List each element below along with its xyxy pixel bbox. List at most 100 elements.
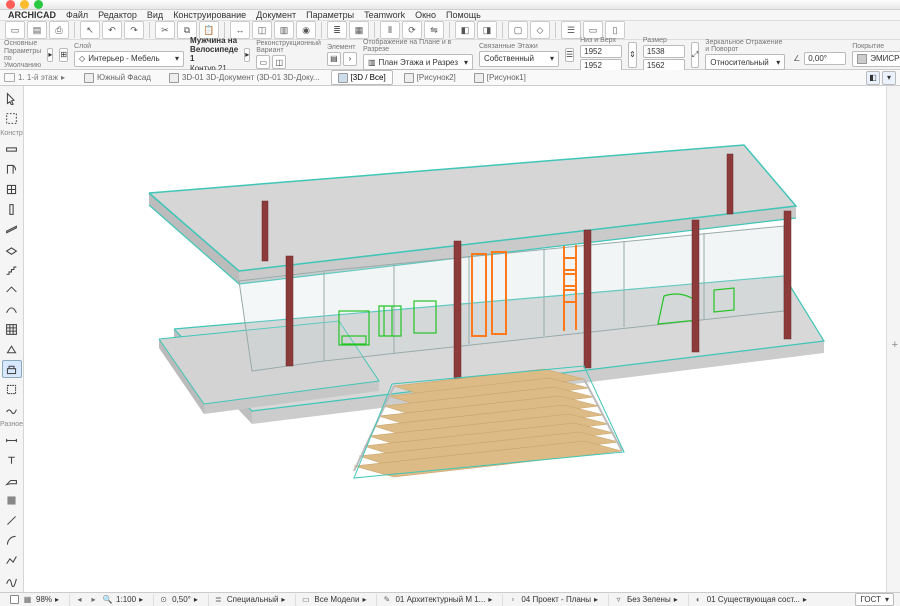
- nav-right-icon[interactable]: ▸: [88, 594, 99, 605]
- tool-morph[interactable]: [2, 340, 22, 358]
- tool-spline[interactable]: [2, 571, 22, 589]
- tool-zone[interactable]: [2, 380, 22, 398]
- menu-document[interactable]: Документ: [256, 10, 296, 20]
- tool-grid[interactable]: ▦: [349, 21, 369, 39]
- zoom-icon[interactable]: 🔍: [102, 594, 113, 605]
- element-icon[interactable]: ⊞: [59, 48, 68, 62]
- tool-redo[interactable]: ↷: [124, 21, 144, 39]
- standard-dropdown[interactable]: ГОСТ▾: [855, 593, 894, 606]
- tool-text[interactable]: [2, 451, 22, 469]
- status-set1[interactable]: 01 Архитектурный М 1...: [395, 595, 485, 604]
- tool-trace2[interactable]: ◨: [477, 21, 497, 39]
- tool-align[interactable]: ⫴: [380, 21, 400, 39]
- menu-window[interactable]: Окно: [415, 10, 436, 20]
- default-settings-button[interactable]: ▸: [47, 48, 53, 62]
- tool-mirror[interactable]: ⇋: [424, 21, 444, 39]
- variant-1-button[interactable]: ▭: [256, 55, 270, 69]
- status-set3[interactable]: Без Зелены: [627, 595, 671, 604]
- tool-undo[interactable]: ↶: [102, 21, 122, 39]
- trace-settings-button[interactable]: ▾: [882, 71, 896, 85]
- tool-save[interactable]: ⎙: [49, 21, 69, 39]
- size-icon[interactable]: ⤢: [691, 42, 699, 68]
- layer-dropdown[interactable]: ◇Интерьер - Мебель▾: [74, 51, 184, 67]
- status-set2[interactable]: 04 Проект - Планы: [521, 595, 591, 604]
- element-type-button[interactable]: ▤: [327, 52, 341, 66]
- tool-cursor[interactable]: ↖: [80, 21, 100, 39]
- right-scrollbar[interactable]: +: [886, 86, 900, 592]
- tool-new[interactable]: ▭: [5, 21, 25, 39]
- size-w-input[interactable]: 1538: [643, 45, 685, 58]
- menu-design[interactable]: Конструирование: [173, 10, 246, 20]
- tool-rotate[interactable]: ⟳: [402, 21, 422, 39]
- mirror-dropdown[interactable]: Относительный▾: [705, 54, 785, 70]
- tool-beam[interactable]: [2, 220, 22, 238]
- tool-x1[interactable]: ▢: [508, 21, 528, 39]
- story-button[interactable]: ☰: [565, 48, 574, 62]
- tool-object[interactable]: [2, 360, 22, 378]
- tool-line[interactable]: [2, 511, 22, 529]
- tool-slab[interactable]: [2, 240, 22, 258]
- status-zoom[interactable]: 0,50°: [172, 595, 191, 604]
- tool-trace[interactable]: ◧: [455, 21, 475, 39]
- tool-door[interactable]: [2, 160, 22, 178]
- status-layerset[interactable]: Специальный: [227, 595, 279, 604]
- tool-marquee[interactable]: [2, 109, 22, 127]
- tool-stair[interactable]: [2, 260, 22, 278]
- linked-dropdown[interactable]: Собственный▾: [479, 51, 559, 67]
- menu-view[interactable]: Вид: [147, 10, 163, 20]
- tool-open[interactable]: ▤: [27, 21, 47, 39]
- tool-label[interactable]: [2, 471, 22, 489]
- tool-layers[interactable]: ≣: [327, 21, 347, 39]
- pos-top-input[interactable]: 1952: [580, 45, 622, 58]
- status-check[interactable]: [10, 595, 19, 604]
- tool-camera[interactable]: ◉: [296, 21, 316, 39]
- display-dropdown[interactable]: ▥План Этажа и Разрез▾: [363, 54, 473, 70]
- tool-view3d[interactable]: ◫: [252, 21, 272, 39]
- variant-2-button[interactable]: ◫: [272, 55, 286, 69]
- menu-teamwork[interactable]: Teamwork: [364, 10, 405, 20]
- tool-arrow[interactable]: [2, 89, 22, 107]
- tool-polyline[interactable]: [2, 551, 22, 569]
- menu-options[interactable]: Параметры: [306, 10, 354, 20]
- grid-snap-icon[interactable]: ▦: [22, 594, 33, 605]
- tool-curtainwall[interactable]: [2, 320, 22, 338]
- status-scale[interactable]: 1:100: [116, 595, 136, 604]
- tab-3ddoc[interactable]: 3D-01 3D-Документ (3D-01 3D-Доку...: [162, 70, 327, 85]
- status-set4[interactable]: 01 Существующая сост...: [707, 595, 800, 604]
- menu-editor[interactable]: Редактор: [98, 10, 137, 20]
- tab-drawing2[interactable]: [Рисунок2]: [397, 70, 463, 85]
- viewport-3d[interactable]: [24, 86, 886, 592]
- pos-icon[interactable]: ⇕: [628, 42, 637, 68]
- tool-roof[interactable]: [2, 280, 22, 298]
- tool-shell[interactable]: [2, 300, 22, 318]
- menu-help[interactable]: Помощь: [446, 10, 481, 20]
- angle-input[interactable]: 0,00°: [804, 52, 846, 65]
- menu-file[interactable]: Файл: [66, 10, 88, 20]
- tool-arc[interactable]: [2, 531, 22, 549]
- tool-x3[interactable]: ☰: [561, 21, 581, 39]
- coating-dropdown[interactable]: ЭМИСРСА...: [852, 51, 900, 67]
- tab-facade[interactable]: Южный Фасад: [77, 70, 158, 85]
- tool-dimension[interactable]: [2, 431, 22, 449]
- tool-column[interactable]: [2, 200, 22, 218]
- tool-mesh[interactable]: [2, 400, 22, 418]
- maximize-icon[interactable]: [34, 0, 43, 9]
- nav-left-icon[interactable]: ◂: [74, 594, 85, 605]
- tool-fill[interactable]: [2, 491, 22, 509]
- status-view[interactable]: Все Модели: [314, 595, 359, 604]
- toolbox: Констр Разное: [0, 86, 24, 592]
- object-go-button[interactable]: ▸: [244, 48, 250, 62]
- tool-x2[interactable]: ◇: [530, 21, 550, 39]
- tool-wall[interactable]: [2, 140, 22, 158]
- element-arrow-button[interactable]: ›: [343, 52, 357, 66]
- minimize-icon[interactable]: [20, 0, 29, 9]
- tool-cut[interactable]: ✂: [155, 21, 175, 39]
- plus-icon[interactable]: +: [892, 339, 898, 351]
- tab-3d-all[interactable]: [3D / Все]: [331, 70, 393, 85]
- trace-toggle-button[interactable]: ◧: [866, 71, 880, 85]
- breadcrumb[interactable]: 1. 1-й этаж ▸: [4, 73, 65, 82]
- tool-window[interactable]: [2, 180, 22, 198]
- close-icon[interactable]: [6, 0, 15, 9]
- tab-drawing1[interactable]: [Рисунок1]: [467, 70, 533, 85]
- tool-section[interactable]: ▥: [274, 21, 294, 39]
